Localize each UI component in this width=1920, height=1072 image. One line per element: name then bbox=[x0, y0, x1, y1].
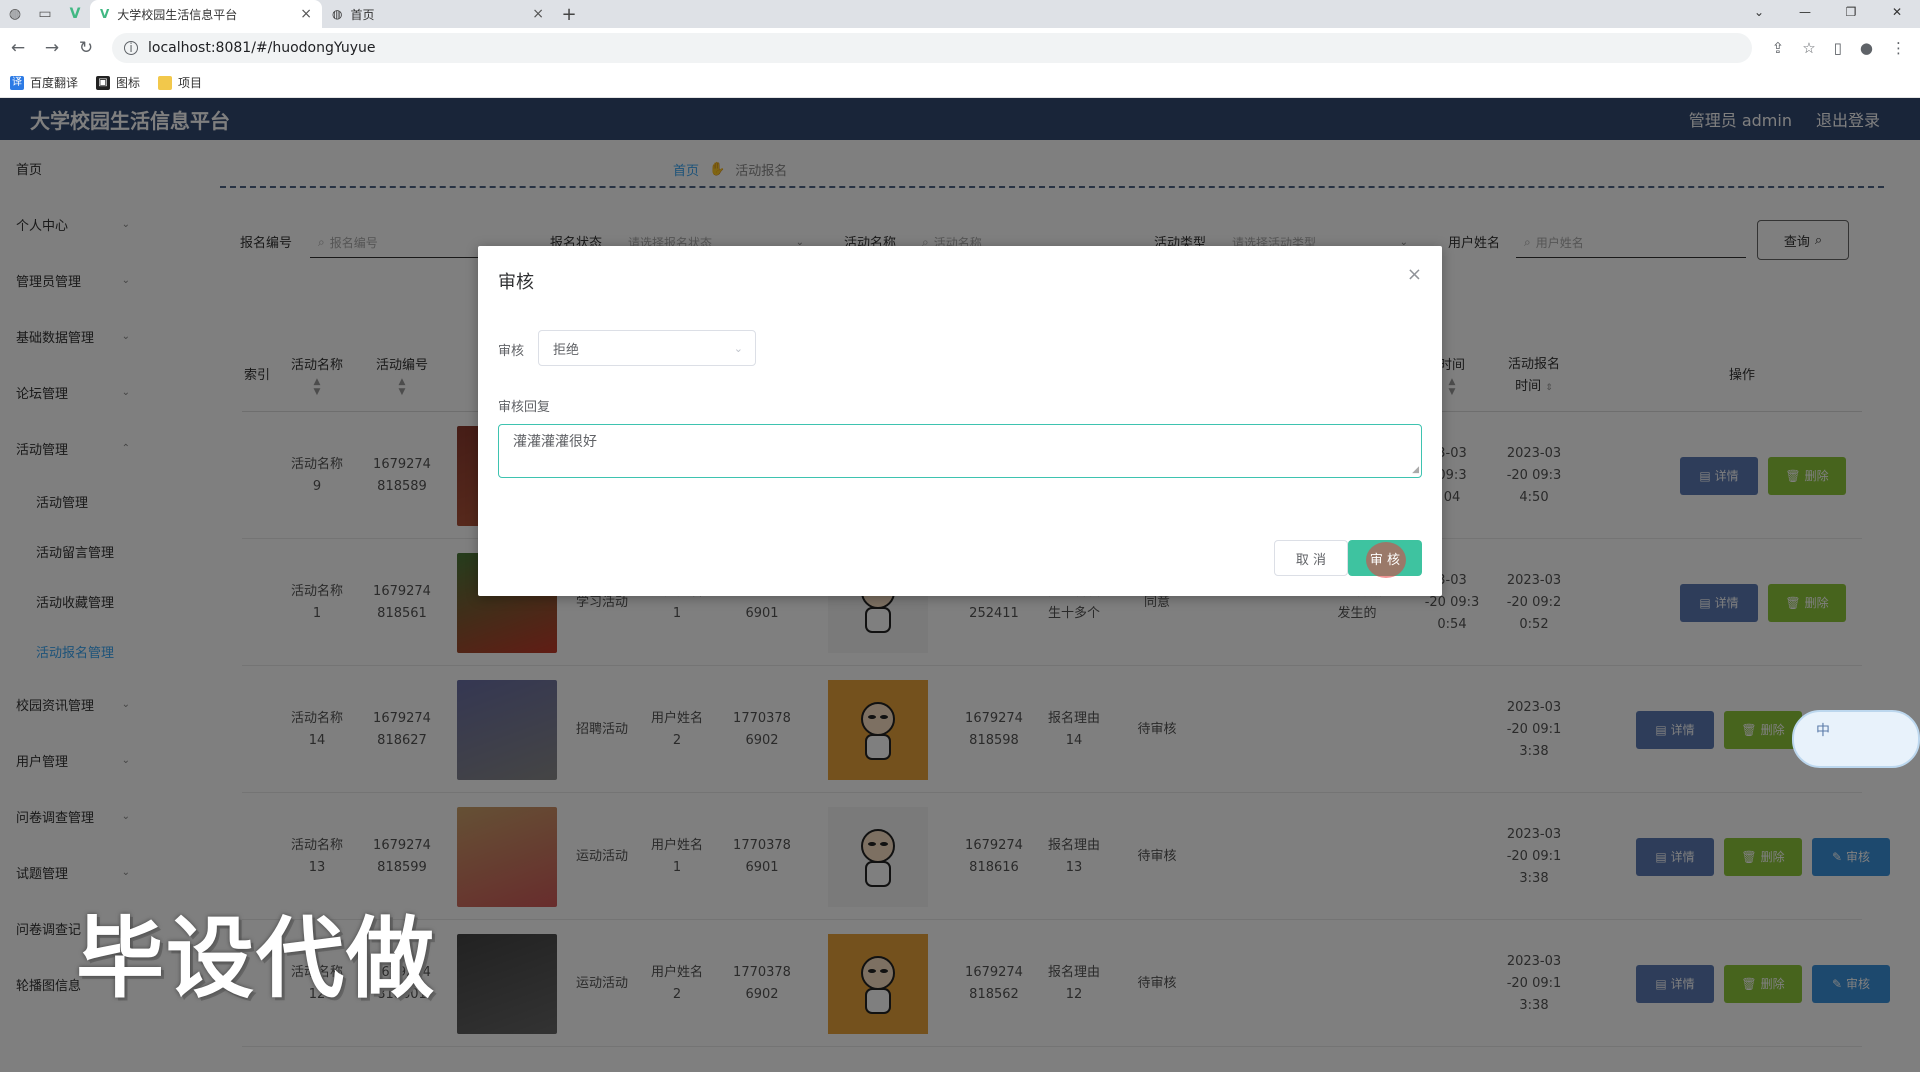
pinned-tab-vue-icon[interactable]: V bbox=[60, 0, 90, 28]
browser-tab-inactive[interactable]: ◍ 首页 × bbox=[322, 0, 554, 28]
folder-icon bbox=[158, 75, 173, 90]
translate-icon: 译 bbox=[10, 75, 24, 90]
browser-tabbar: ◍ ▭ V V 大学校园生活信息平台 × ◍ 首页 × + ⌄ — ❐ ✕ bbox=[0, 0, 1920, 28]
restore-icon[interactable]: ❐ bbox=[1828, 0, 1874, 24]
audit-label: 审核 bbox=[498, 344, 525, 359]
bookmark-item[interactable]: 项目 bbox=[158, 74, 202, 91]
url-text: localhost:8081/#/huodongYuyue bbox=[148, 40, 376, 56]
site-info-icon[interactable]: i bbox=[124, 41, 138, 55]
side-panel-icon[interactable]: ▯ bbox=[1834, 39, 1842, 57]
vue-logo-icon: V bbox=[100, 7, 110, 21]
resize-handle-icon[interactable]: ◢ bbox=[1412, 465, 1419, 475]
close-window-icon[interactable]: ✕ bbox=[1874, 0, 1920, 24]
reply-label: 审核回复 bbox=[498, 400, 551, 415]
pinned-tab-globe-icon[interactable]: ◍ bbox=[0, 0, 30, 28]
pinned-tab-blank-icon[interactable]: ▭ bbox=[30, 0, 60, 28]
bookmarks-bar: 译 百度翻译 ▣ 图标 项目 bbox=[0, 68, 1920, 98]
profile-icon[interactable]: ● bbox=[1860, 39, 1873, 57]
back-icon[interactable]: ← bbox=[2, 32, 34, 64]
minimize-icon[interactable]: — bbox=[1782, 0, 1828, 24]
dialog-title: 审核 bbox=[498, 272, 534, 293]
address-bar-row: ← → ↻ i localhost:8081/#/huodongYuyue ⇪ … bbox=[0, 28, 1920, 68]
browser-tab-active[interactable]: V 大学校园生活信息平台 × bbox=[90, 0, 322, 28]
image-icon: ▣ bbox=[96, 75, 111, 90]
menu-icon[interactable]: ⋮ bbox=[1891, 39, 1906, 57]
forward-icon[interactable]: → bbox=[36, 32, 68, 64]
bookmark-item[interactable]: 译 百度翻译 bbox=[10, 74, 78, 91]
star-icon[interactable]: ☆ bbox=[1802, 39, 1815, 57]
browser-tab-title: 大学校园生活信息平台 bbox=[117, 7, 238, 22]
bookmark-item[interactable]: ▣ 图标 bbox=[96, 74, 140, 91]
toolbar-icons: ⇪ ☆ ▯ ● ⋮ bbox=[1772, 39, 1920, 57]
browser-tab-title: 首页 bbox=[350, 7, 375, 22]
chevron-down-icon: ⌄ bbox=[733, 341, 743, 355]
reply-textarea[interactable]: 灌灌灌灌很好 ◢ bbox=[498, 424, 1422, 478]
url-field[interactable]: i localhost:8081/#/huodongYuyue bbox=[112, 33, 1752, 63]
window-controls: ⌄ — ❐ ✕ bbox=[1736, 0, 1920, 24]
audit-dialog: 审核 × 审核 拒绝 ⌄ 审核回复 灌灌灌灌很好 ◢ 取 消 审 核 bbox=[478, 246, 1442, 596]
cancel-button[interactable]: 取 消 bbox=[1274, 540, 1348, 576]
close-tab-icon[interactable]: × bbox=[532, 6, 544, 22]
close-tab-icon[interactable]: × bbox=[300, 6, 312, 22]
watermark: 毕设代做 bbox=[76, 907, 437, 1010]
close-icon[interactable]: × bbox=[1407, 264, 1422, 285]
audit-select[interactable]: 拒绝 ⌄ bbox=[538, 330, 756, 366]
reload-icon[interactable]: ↻ bbox=[70, 32, 102, 64]
new-tab-button[interactable]: + bbox=[554, 0, 584, 28]
share-icon[interactable]: ⇪ bbox=[1772, 39, 1785, 57]
ime-widget[interactable]: 中 bbox=[1792, 710, 1920, 768]
globe-icon: ◍ bbox=[332, 7, 343, 21]
tab-search-icon[interactable]: ⌄ bbox=[1736, 0, 1782, 24]
